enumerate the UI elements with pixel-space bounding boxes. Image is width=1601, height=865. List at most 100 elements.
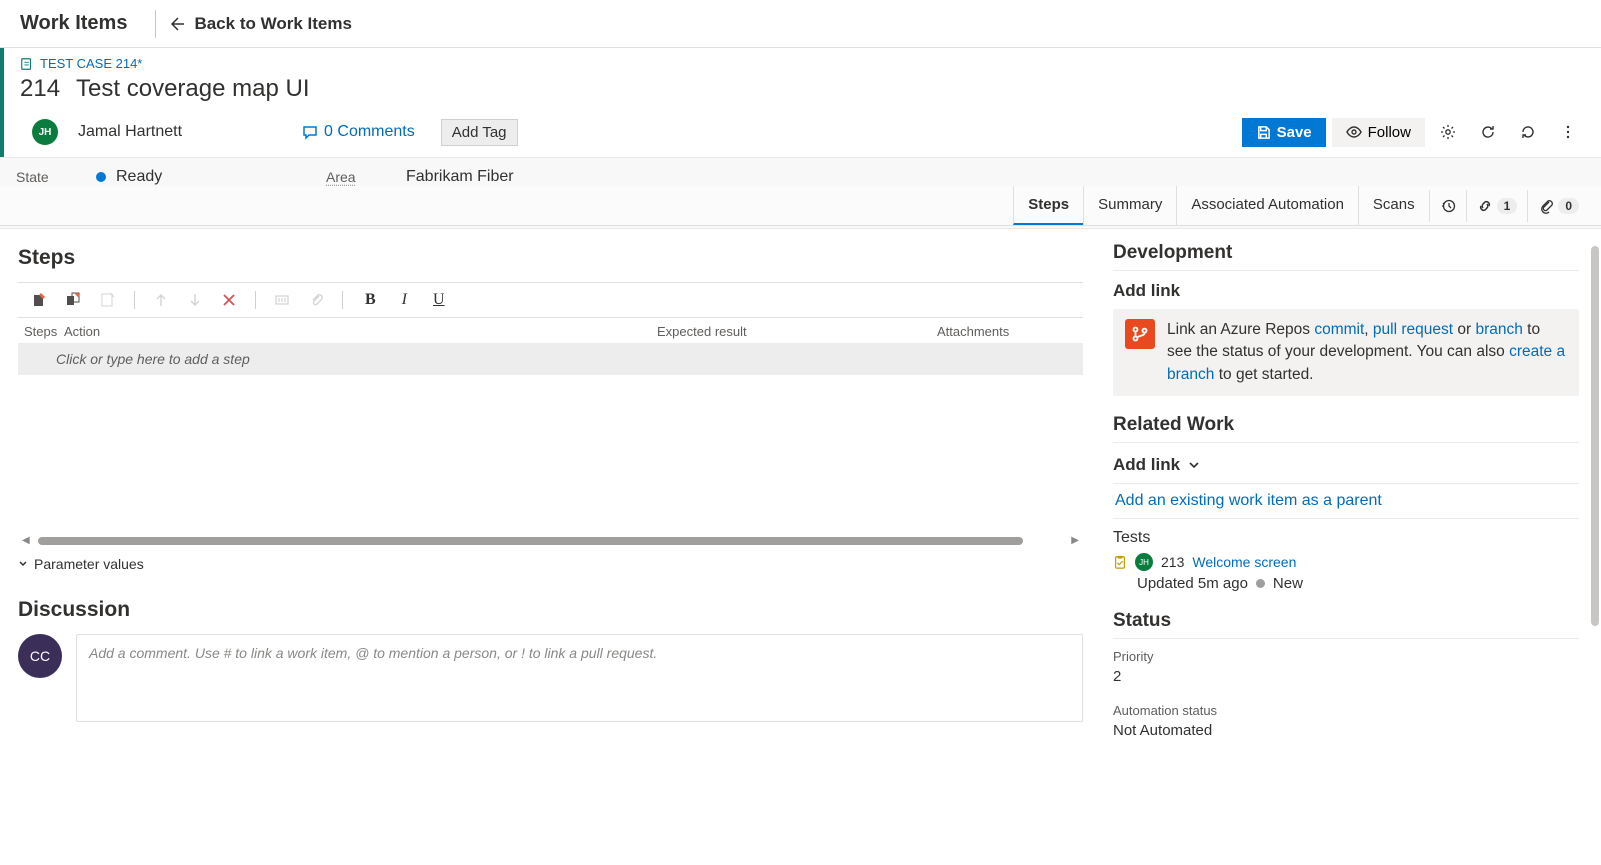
test-updated: Updated 5m ago — [1137, 575, 1248, 592]
test-title-link[interactable]: Welcome screen — [1192, 554, 1296, 570]
col-steps: Steps — [24, 324, 64, 339]
params-label: Parameter values — [34, 556, 144, 572]
italic-button[interactable]: I — [398, 291, 411, 309]
dev-add-link[interactable]: Add link — [1113, 281, 1579, 301]
more-vertical-icon — [1560, 124, 1576, 140]
priority-label: Priority — [1113, 649, 1579, 664]
branch-icon — [1125, 319, 1155, 349]
col-expected: Expected result — [657, 324, 937, 339]
comments-count: 0 Comments — [324, 123, 415, 141]
toolbar-separator — [342, 291, 343, 309]
development-heading: Development — [1113, 242, 1579, 271]
attach-icon[interactable] — [308, 292, 324, 308]
test-id: 213 — [1161, 554, 1184, 570]
undo-button[interactable] — [1511, 115, 1545, 149]
insert-shared-step-icon[interactable] — [66, 292, 82, 308]
automation-status-value[interactable]: Not Automated — [1113, 718, 1579, 747]
settings-button[interactable] — [1431, 115, 1465, 149]
parameter-values-toggle[interactable]: Parameter values — [18, 556, 1083, 572]
scroll-left-icon[interactable]: ◀ — [18, 535, 34, 546]
save-icon — [1256, 125, 1271, 140]
refresh-button[interactable] — [1471, 115, 1505, 149]
work-item-id: 214 — [20, 75, 60, 103]
related-work-heading: Related Work — [1113, 414, 1579, 443]
area-value[interactable]: Fabrikam Fiber — [406, 168, 514, 186]
back-label: Back to Work Items — [194, 14, 351, 34]
add-link-label: Add link — [1113, 455, 1180, 475]
vertical-scrollbar[interactable] — [1591, 246, 1599, 626]
eye-icon — [1346, 124, 1362, 140]
history-icon — [1440, 198, 1456, 214]
underline-button[interactable]: U — [429, 291, 449, 309]
page-heading: Work Items — [20, 12, 127, 35]
col-attachments: Attachments — [937, 324, 1077, 339]
move-down-icon[interactable] — [187, 292, 203, 308]
toolbar-separator — [134, 291, 135, 309]
tab-history[interactable] — [1429, 190, 1466, 222]
scroll-thumb[interactable] — [38, 537, 1024, 545]
create-shared-steps-icon[interactable] — [100, 292, 116, 308]
assignee-avatar[interactable]: JH — [32, 119, 58, 145]
related-test-item[interactable]: JH 213 Welcome screen — [1113, 553, 1579, 571]
pull-request-link[interactable]: pull request — [1373, 321, 1453, 338]
dev-text: Link an Azure Repos — [1167, 321, 1314, 338]
links-badge: 1 — [1497, 198, 1518, 214]
state-dot-icon — [1256, 579, 1265, 588]
state-dot-icon — [96, 172, 106, 182]
scroll-right-icon[interactable]: ▶ — [1067, 535, 1083, 546]
attachments-badge: 0 — [1558, 198, 1579, 214]
link-icon — [1477, 198, 1493, 214]
clipboard-icon — [1113, 555, 1127, 569]
test-case-icon — [20, 57, 34, 71]
follow-button[interactable]: Follow — [1332, 118, 1425, 147]
add-parent-link[interactable]: Add an existing work item as a parent — [1113, 483, 1579, 519]
test-state: New — [1273, 575, 1303, 592]
steps-toolbar: B I U — [18, 282, 1083, 318]
comments-link[interactable]: 0 Comments — [302, 123, 415, 141]
breadcrumb-label: TEST CASE 214* — [40, 56, 142, 71]
tab-attachments[interactable]: 0 — [1527, 190, 1589, 222]
undo-icon — [1520, 124, 1536, 140]
add-tag-button[interactable]: Add Tag — [441, 119, 518, 146]
state-label: State — [16, 169, 96, 185]
delete-icon[interactable] — [221, 292, 237, 308]
refresh-icon — [1480, 124, 1496, 140]
move-up-icon[interactable] — [153, 292, 169, 308]
area-label: Area — [326, 169, 406, 185]
work-item-title[interactable]: Test coverage map UI — [76, 75, 309, 103]
back-to-work-items-link[interactable]: Back to Work Items — [168, 14, 351, 34]
save-label: Save — [1277, 124, 1312, 141]
assignee-name[interactable]: Jamal Hartnett — [78, 123, 182, 141]
save-button[interactable]: Save — [1242, 118, 1326, 147]
branch-link[interactable]: branch — [1475, 321, 1522, 338]
commit-link[interactable]: commit — [1314, 321, 1364, 338]
dev-text: to get started. — [1214, 366, 1313, 383]
attachment-icon — [1538, 198, 1554, 214]
related-add-link-dropdown[interactable]: Add link — [1113, 453, 1579, 477]
priority-value[interactable]: 2 — [1113, 664, 1579, 693]
bold-button[interactable]: B — [361, 291, 380, 309]
col-action: Action — [64, 324, 657, 339]
insert-step-icon[interactable] — [32, 292, 48, 308]
horizontal-scrollbar[interactable]: ◀ ▶ — [18, 535, 1083, 546]
state-value[interactable]: Ready — [116, 168, 162, 186]
arrow-left-icon — [168, 16, 184, 32]
tab-steps[interactable]: Steps — [1013, 186, 1083, 225]
tab-summary[interactable]: Summary — [1083, 186, 1176, 225]
test-avatar: JH — [1135, 553, 1153, 571]
tab-associated-automation[interactable]: Associated Automation — [1176, 186, 1358, 225]
scroll-thumb[interactable] — [1591, 246, 1599, 626]
chevron-down-icon — [18, 559, 28, 569]
tests-heading: Tests — [1113, 529, 1579, 547]
current-user-avatar: CC — [18, 634, 62, 678]
add-step-input[interactable]: Click or type here to add a step — [18, 343, 1083, 375]
more-actions-button[interactable] — [1551, 115, 1585, 149]
comment-input[interactable]: Add a comment. Use # to link a work item… — [76, 634, 1083, 722]
steps-heading: Steps — [18, 246, 1083, 270]
automation-status-label: Automation status — [1113, 703, 1579, 718]
insert-param-icon[interactable] — [274, 292, 290, 308]
development-info-box: Link an Azure Repos commit, pull request… — [1113, 309, 1579, 396]
tab-scans[interactable]: Scans — [1358, 186, 1429, 225]
breadcrumb[interactable]: TEST CASE 214* — [4, 48, 1601, 73]
tab-links[interactable]: 1 — [1466, 190, 1528, 222]
